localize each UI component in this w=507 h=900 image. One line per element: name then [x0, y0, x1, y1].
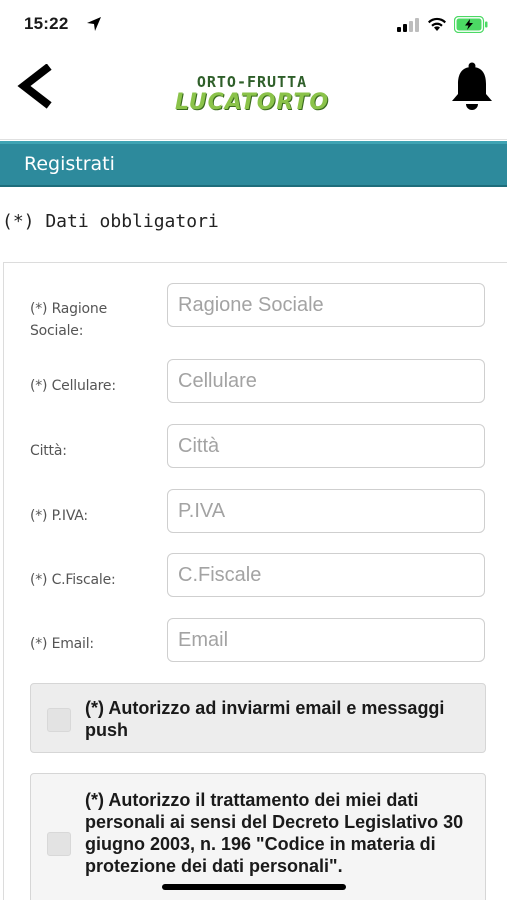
codice-fiscale-input[interactable] — [167, 553, 485, 597]
wifi-icon — [428, 17, 446, 31]
cellular-signal-icon — [397, 18, 419, 32]
page-title-bar: Registrati — [0, 141, 507, 187]
citta-label: Città: — [30, 443, 67, 459]
cellulare-label: (*) Cellulare: — [30, 378, 116, 394]
registration-form: (*) Ragione Sociale: (*) Cellulare: Citt… — [3, 262, 507, 900]
email-push-consent-text: (*) Autorizzo ad inviarmi email e messag… — [85, 698, 445, 740]
battery-charging-icon — [454, 16, 488, 33]
back-button[interactable] — [14, 63, 60, 110]
ragione-sociale-input[interactable] — [167, 283, 485, 327]
logo-bottom-text: LUCATORTO — [174, 90, 330, 115]
notifications-button[interactable] — [446, 60, 498, 112]
piva-label: (*) P.IVA: — [30, 508, 88, 524]
privacy-consent-text: (*) Autorizzo il trattamento dei miei da… — [85, 790, 464, 876]
privacy-checkbox[interactable] — [47, 832, 71, 856]
email-input[interactable] — [167, 618, 485, 662]
app-header: ORTO-FRUTTA LUCATORTO — [0, 50, 507, 140]
location-arrow-icon — [87, 17, 101, 31]
email-push-checkbox[interactable] — [47, 708, 71, 732]
brand-logo: ORTO-FRUTTA LUCATORTO — [172, 74, 332, 120]
email-label: (*) Email: — [30, 636, 94, 652]
email-push-consent[interactable]: (*) Autorizzo ad inviarmi email e messag… — [30, 683, 486, 753]
page-title: Registrati — [24, 153, 115, 175]
status-bar: 15:22 — [0, 0, 507, 50]
cellulare-input[interactable] — [167, 359, 485, 403]
logo-top-text: ORTO-FRUTTA — [196, 73, 308, 91]
status-time: 15:22 — [24, 14, 69, 33]
privacy-consent[interactable]: (*) Autorizzo il trattamento dei miei da… — [30, 773, 486, 900]
required-fields-note: (*) Dati obbligatori — [2, 211, 219, 232]
bell-icon — [452, 62, 492, 110]
piva-input[interactable] — [167, 489, 485, 533]
codice-fiscale-label: (*) C.Fiscale: — [30, 572, 116, 588]
back-chevron-icon — [17, 63, 52, 109]
citta-input[interactable] — [167, 424, 485, 468]
home-indicator — [162, 884, 346, 890]
ragione-sociale-label: (*) Ragione Sociale: — [30, 301, 108, 339]
